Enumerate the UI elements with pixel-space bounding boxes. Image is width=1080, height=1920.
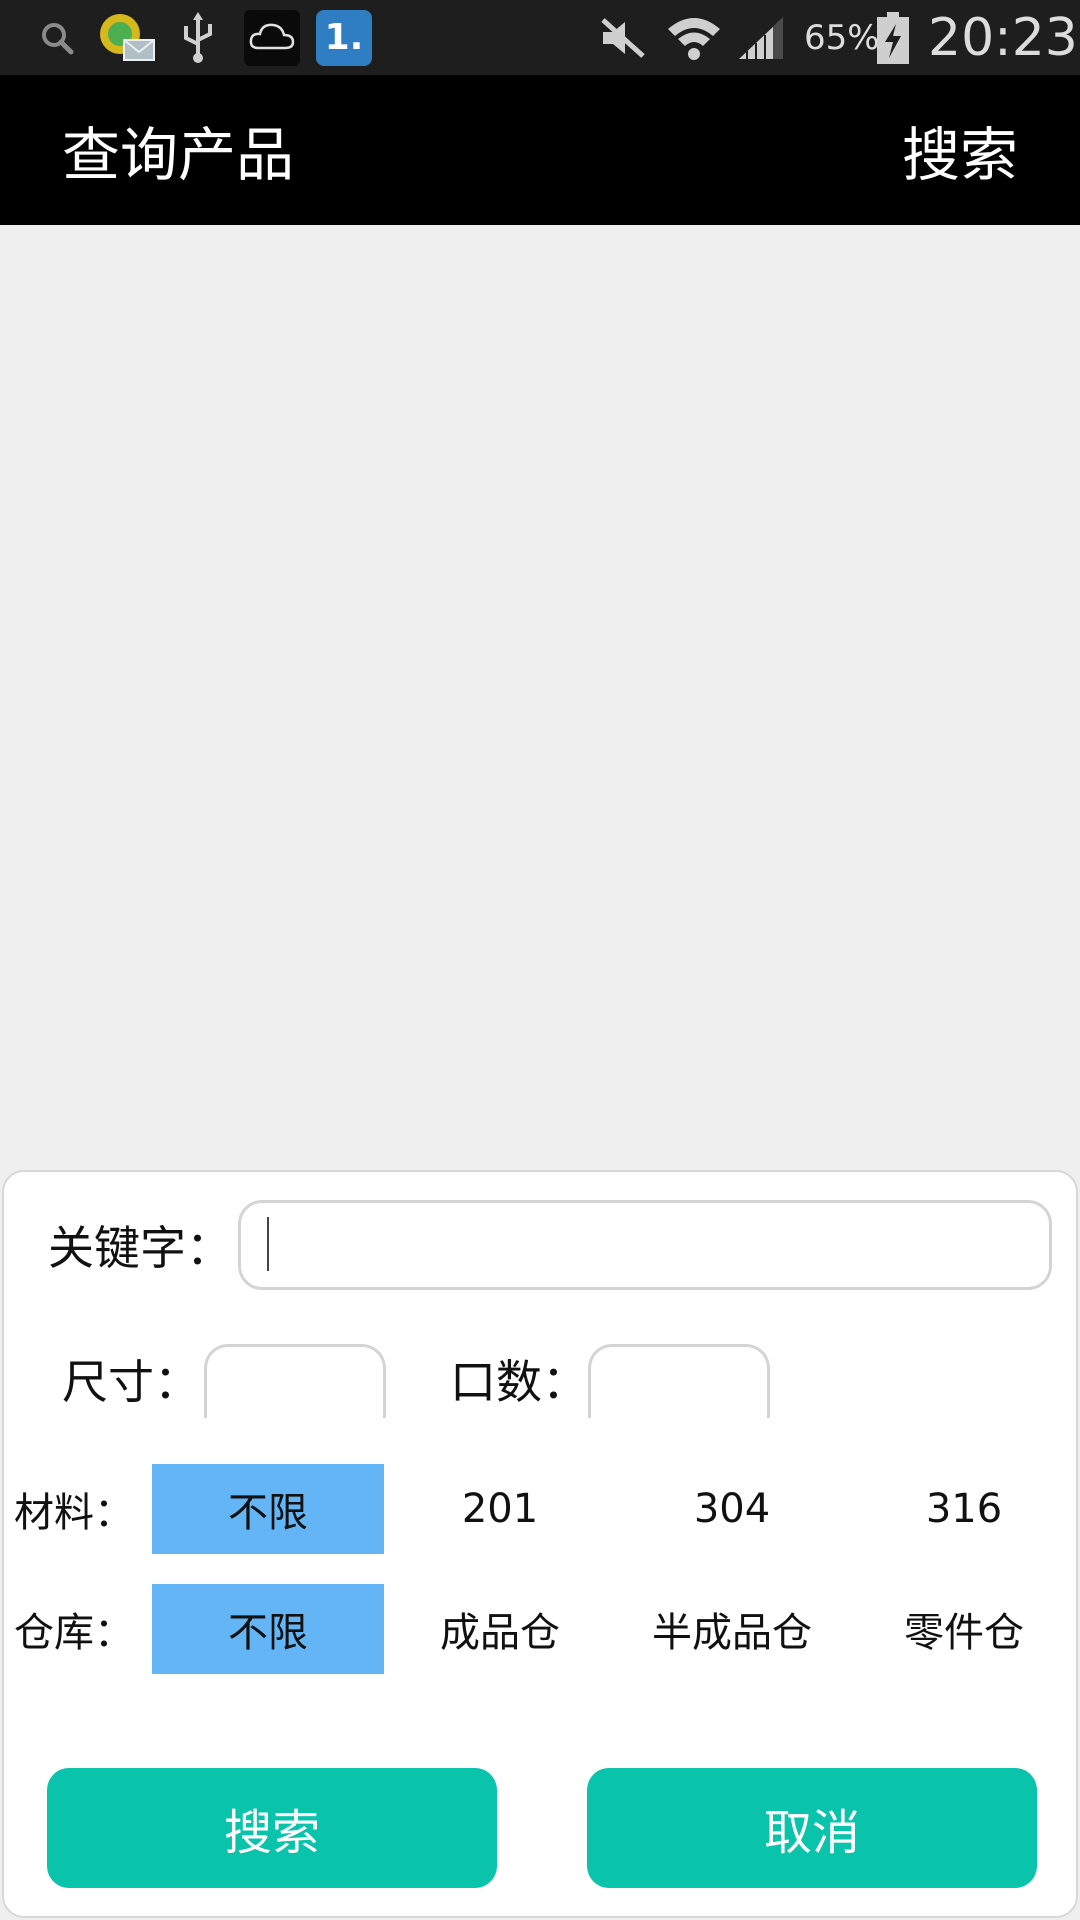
material-option-316[interactable]: 316 xyxy=(848,1464,1080,1554)
title-bar: 查询产品 搜索 xyxy=(0,75,1080,225)
warehouse-option-finished[interactable]: 成品仓 xyxy=(384,1584,616,1674)
app-badge-text: 1. xyxy=(316,9,372,66)
screen: 1. 65% 20:23 查询产品 搜索 关键字： 尺寸： 口数： 材料： 不限… xyxy=(0,0,1080,1920)
material-label: 材料： xyxy=(14,1490,134,1536)
battery-percent: 65% xyxy=(804,17,880,58)
battery-charging-icon xyxy=(876,0,910,75)
status-bar: 1. 65% 20:23 xyxy=(0,0,1080,75)
text-cursor xyxy=(267,1217,269,1271)
app-badge-icon: 1. xyxy=(316,0,372,75)
size-label: 尺寸： xyxy=(62,1355,200,1409)
warehouse-option-any[interactable]: 不限 xyxy=(152,1584,384,1674)
results-area xyxy=(0,225,1080,1170)
count-input[interactable] xyxy=(588,1344,770,1418)
wifi-icon xyxy=(666,0,722,75)
size-input[interactable] xyxy=(204,1344,386,1418)
search-dialog: 关键字： 尺寸： 口数： 材料： 不限 201 304 316 仓库： 不限 成… xyxy=(2,1170,1078,1918)
search-icon xyxy=(38,0,76,75)
material-option-any[interactable]: 不限 xyxy=(152,1464,384,1554)
clock: 20:23 xyxy=(928,7,1078,68)
count-label: 口数： xyxy=(450,1355,588,1409)
page-title: 查询产品 xyxy=(62,121,295,189)
cancel-button[interactable]: 取消 xyxy=(587,1768,1037,1888)
keyword-input[interactable] xyxy=(238,1200,1052,1290)
mute-icon xyxy=(598,0,648,75)
keyword-label: 关键字： xyxy=(48,1221,232,1275)
search-button[interactable]: 搜索 xyxy=(47,1768,497,1888)
cloud-icon xyxy=(244,0,300,75)
material-option-201[interactable]: 201 xyxy=(384,1464,616,1554)
warehouse-option-parts[interactable]: 零件仓 xyxy=(848,1584,1080,1674)
signal-icon xyxy=(736,0,786,75)
material-option-304[interactable]: 304 xyxy=(616,1464,848,1554)
search-action-button[interactable]: 搜索 xyxy=(902,75,1018,225)
usb-icon xyxy=(178,0,218,75)
contacts-mail-icon xyxy=(98,0,158,75)
warehouse-label: 仓库： xyxy=(14,1610,134,1656)
warehouse-option-semi-finished[interactable]: 半成品仓 xyxy=(616,1584,848,1674)
